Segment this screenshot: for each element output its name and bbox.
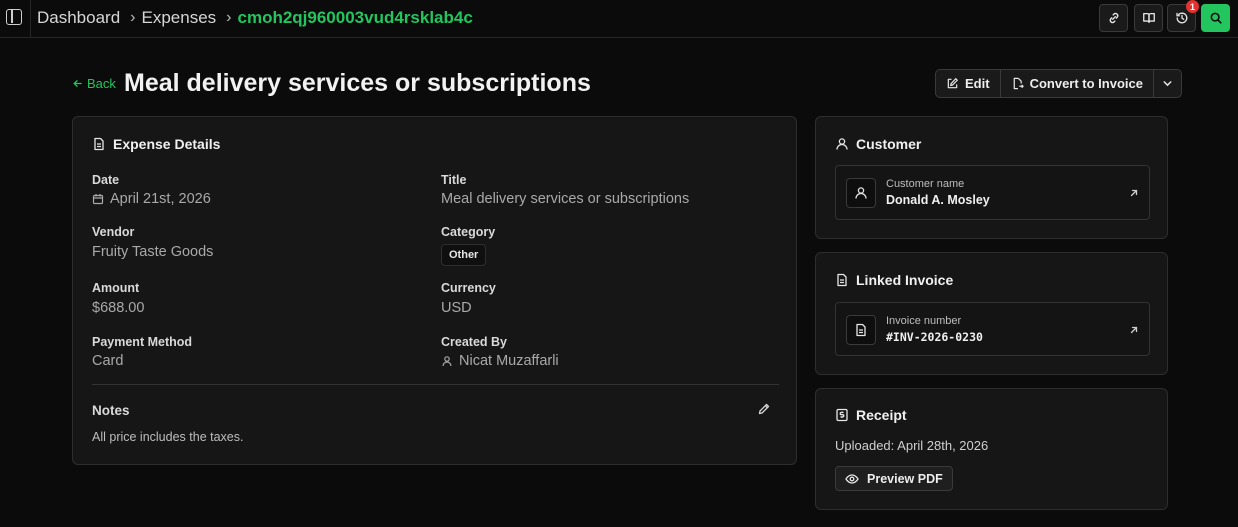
edit-label: Edit [965, 76, 990, 91]
top-bar: Dashboard › Expenses › cmoh2qj960003vud4… [0, 0, 1238, 38]
expense-details-card: Expense Details Date April 21st, 2026 Ti… [72, 116, 797, 465]
link-icon [1109, 12, 1118, 24]
currency-label: Currency [441, 281, 496, 295]
date-label: Date [92, 173, 120, 187]
convert-to-invoice-button[interactable]: Convert to Invoice [1001, 70, 1154, 97]
arrow-left-icon [73, 80, 82, 87]
notes-label: Notes [92, 403, 130, 418]
category-label: Category [441, 225, 496, 239]
preview-pdf-label: Preview PDF [867, 471, 943, 486]
date-text: April 21st, 2026 [110, 191, 211, 207]
user-icon [442, 356, 452, 367]
breadcrumb-separator: › [130, 9, 136, 26]
invoice-link[interactable]: Invoice number #INV-2026-0230 [835, 302, 1150, 356]
breadcrumb: Dashboard › Expenses › cmoh2qj960003vud4… [37, 8, 473, 28]
sidebar-toggle-icon[interactable] [6, 9, 22, 25]
payment-method-label: Payment Method [92, 335, 193, 349]
customer-name-label: Customer name [886, 178, 965, 190]
receipt-card: Receipt Uploaded: April 28th, 2026 Previ… [815, 388, 1168, 510]
linked-invoice-title: Linked Invoice [856, 272, 954, 288]
created-by-value: Nicat Muzaffarli [441, 353, 559, 369]
breadcrumb-current: cmoh2qj960003vud4rsklab4c [237, 8, 473, 27]
invoice-number-value: #INV-2026-0230 [886, 330, 983, 344]
customer-name-value: Donald A. Mosley [886, 193, 990, 207]
back-link[interactable]: Back [72, 76, 116, 91]
section-divider [92, 384, 779, 385]
invoice-icon-box [846, 315, 876, 345]
breadcrumb-separator: › [226, 9, 232, 26]
document-icon [856, 323, 866, 337]
linked-invoice-card: Linked Invoice Invoice number #INV-2026-… [815, 252, 1168, 375]
vendor-label: Vendor [92, 225, 135, 239]
pencil-icon[interactable] [757, 402, 771, 416]
uploaded-date: Uploaded: April 28th, 2026 [835, 438, 989, 453]
notification-badge: 1 [1186, 0, 1199, 13]
amount-value: $688.00 [92, 300, 145, 316]
date-value: April 21st, 2026 [92, 191, 211, 207]
history-icon [1175, 12, 1187, 24]
document-icon [94, 137, 104, 151]
external-link-icon [1130, 326, 1138, 334]
more-actions-button[interactable] [1154, 70, 1181, 97]
history-button[interactable]: 1 [1167, 0, 1199, 32]
eye-icon [845, 473, 859, 484]
page-title: Meal delivery services or subscriptions [124, 69, 591, 97]
notes-text: All price includes the taxes. [92, 430, 244, 444]
breadcrumb-dashboard[interactable]: Dashboard [37, 8, 120, 28]
category-badge: Other [441, 244, 487, 266]
expense-details-title: Expense Details [113, 136, 221, 152]
user-icon [836, 138, 848, 150]
created-by-text: Nicat Muzaffarli [459, 353, 559, 369]
copy-link-button[interactable] [1099, 4, 1128, 32]
receipt-title: Receipt [856, 407, 907, 423]
payment-method-value: Card [92, 353, 124, 369]
breadcrumb-expenses[interactable]: Expenses [142, 8, 217, 28]
customer-link[interactable]: Customer name Donald A. Mosley [835, 165, 1150, 220]
customer-title: Customer [856, 136, 922, 152]
edit-button[interactable]: Edit [936, 70, 1001, 97]
calendar-icon [92, 194, 104, 205]
created-by-label: Created By [441, 335, 507, 349]
customer-header: Customer [835, 136, 921, 152]
linked-invoice-header: Linked Invoice [835, 272, 953, 288]
expense-details-header: Expense Details [92, 136, 220, 152]
docs-button[interactable] [1134, 4, 1163, 32]
vendor-value: Fruity Taste Goods [92, 244, 214, 260]
receipt-icon [836, 408, 848, 422]
title-value: Meal delivery services or subscriptions [441, 191, 690, 207]
chevron-down-icon [1163, 81, 1172, 87]
external-link-icon [1130, 189, 1138, 197]
divider [30, 0, 31, 38]
search-button[interactable] [1201, 4, 1230, 32]
back-label: Back [87, 76, 116, 91]
amount-label: Amount [92, 281, 140, 295]
action-button-group: Edit Convert to Invoice [935, 69, 1182, 98]
invoice-number-label: Invoice number [886, 315, 962, 327]
edit-icon [947, 78, 958, 89]
customer-card: Customer Customer name Donald A. Mosley [815, 116, 1168, 239]
search-icon [1210, 12, 1222, 24]
receipt-header: Receipt [835, 407, 907, 423]
convert-label: Convert to Invoice [1029, 76, 1143, 91]
title-label: Title [441, 173, 467, 187]
preview-pdf-button[interactable]: Preview PDF [835, 466, 953, 491]
customer-avatar [846, 178, 876, 208]
user-icon [855, 187, 867, 199]
book-icon [1142, 12, 1155, 24]
document-icon [837, 273, 847, 287]
file-convert-icon [1013, 77, 1024, 90]
currency-value: USD [441, 300, 472, 316]
